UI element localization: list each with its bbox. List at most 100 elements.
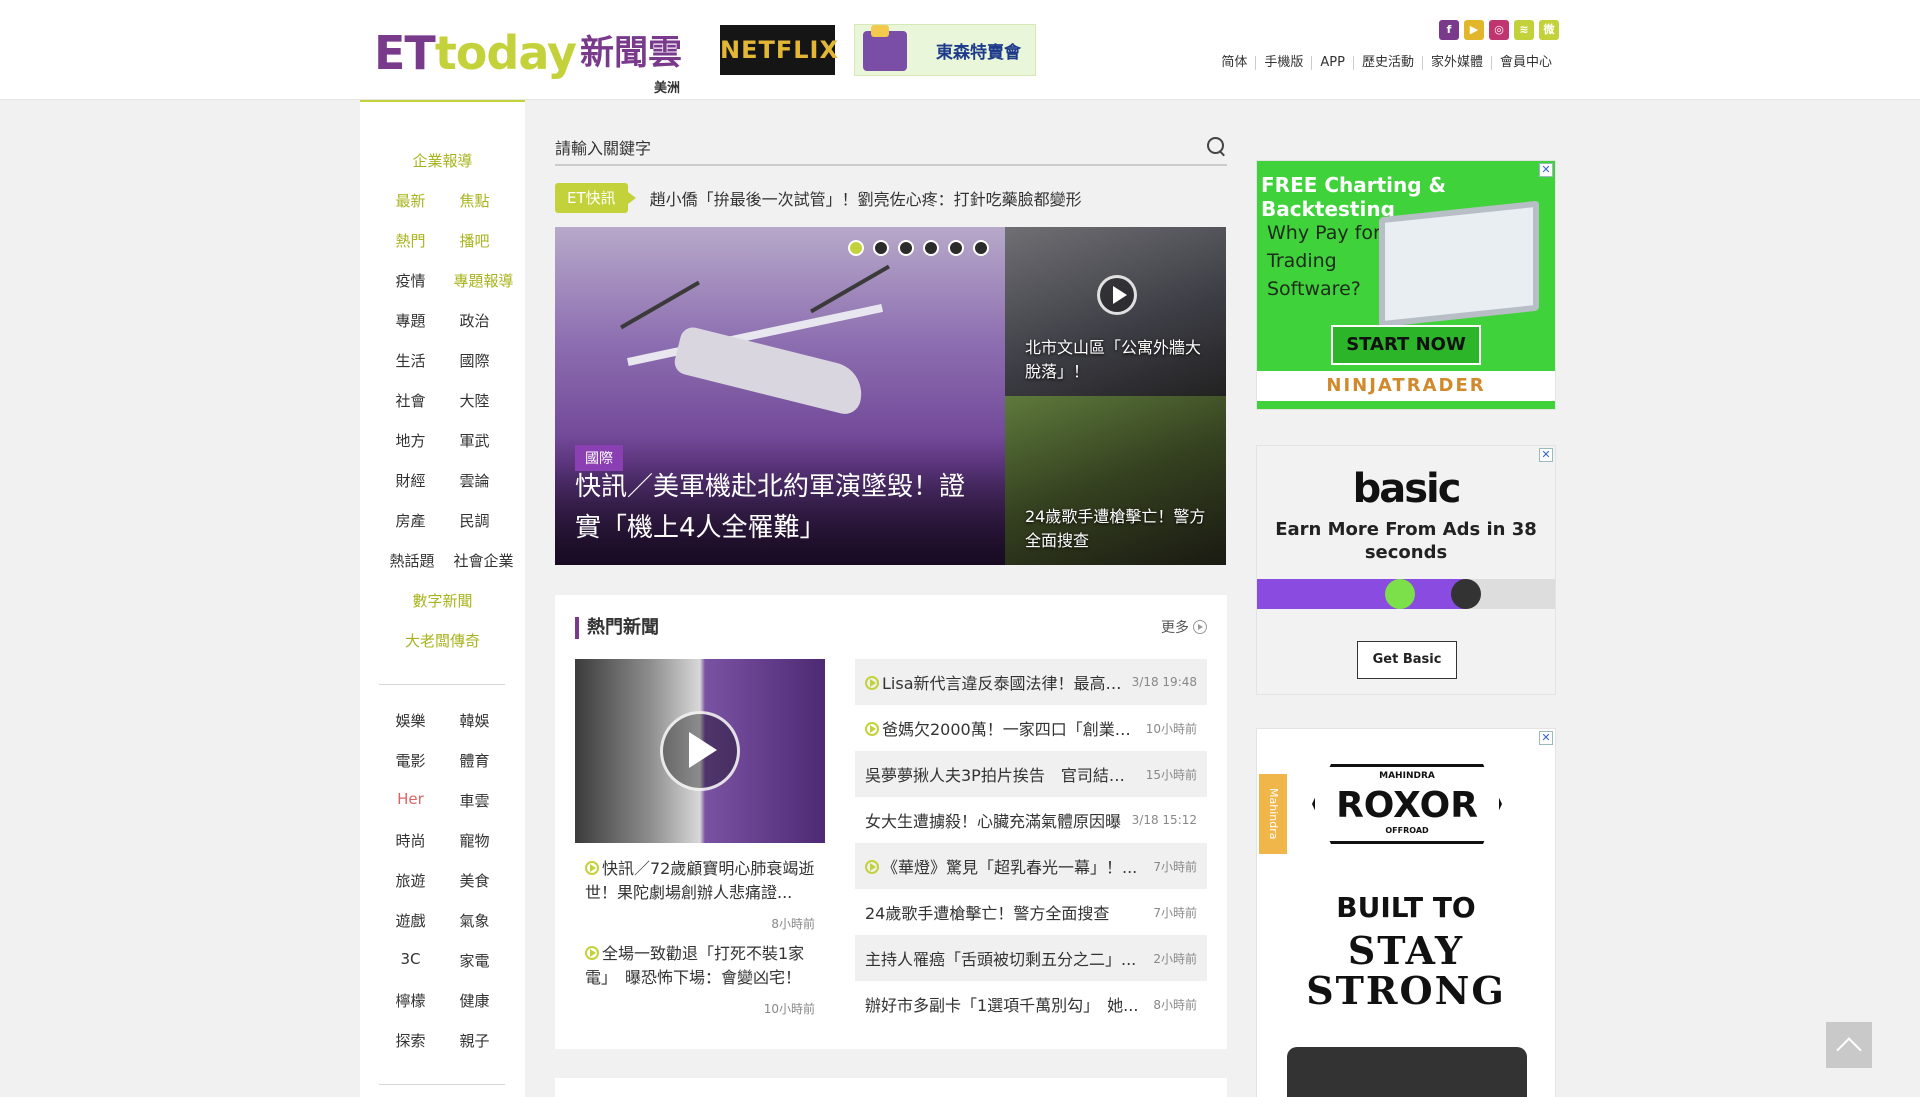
sidebar-item[interactable]: 房產 <box>390 510 432 531</box>
sidebar-item[interactable]: 專題 <box>390 310 432 331</box>
instagram-icon[interactable]: ◎ <box>1489 20 1509 40</box>
carousel-dot[interactable] <box>898 240 914 256</box>
sidebar-item[interactable]: 民調 <box>454 510 496 531</box>
side-story-1[interactable]: 北市文山區「公寓外牆大脫落」！ <box>1005 227 1226 396</box>
hot-news-item[interactable]: 快訊／72歲顧寶明心肺衰竭逝世！果陀劇場創辦人悲痛證... <box>585 857 823 905</box>
hot-news-title: 辦好市多副卡「1選項千萬別勾」 她... <box>865 996 1139 1015</box>
netflix-banner[interactable]: NETFLIX <box>720 25 838 75</box>
ninjatrader-ad[interactable]: ✕ FREE Charting & Backtesting Why Pay fo… <box>1256 160 1556 410</box>
youtube-icon[interactable]: ▶ <box>1464 20 1484 40</box>
sidebar-item[interactable]: 親子 <box>454 1030 496 1051</box>
dongsen-label: 東森特賣會 <box>936 42 1021 63</box>
sidebar-item[interactable]: 專題報導 <box>454 270 514 291</box>
sidebar-item[interactable]: 電影 <box>390 750 432 771</box>
play-icon <box>865 860 879 874</box>
search-bar[interactable]: 請輸入關鍵字 <box>555 130 1227 166</box>
more-link[interactable]: 更多 <box>1161 617 1207 637</box>
sidebar-item[interactable]: Her <box>390 790 432 811</box>
sidebar-item[interactable]: 熱話題 <box>390 550 435 571</box>
start-now-button[interactable]: START NOW <box>1331 325 1481 365</box>
close-icon[interactable]: ✕ <box>1539 731 1553 745</box>
top-nav-item[interactable]: 歷史活動 <box>1352 56 1422 70</box>
sidebar-item[interactable]: 車雲 <box>454 790 496 811</box>
sidebar-item[interactable]: 遊戲 <box>390 910 432 931</box>
side-story-2[interactable]: 24歲歌手遭槍擊亡！警方全面搜查 <box>1005 396 1226 565</box>
top-nav-item[interactable]: 手機版 <box>1255 56 1311 70</box>
hot-news-title: 爸媽欠2000萬！一家四口「創業賣... <box>882 720 1139 739</box>
sidebar-item[interactable]: 企業報導 <box>412 150 472 171</box>
hero-title[interactable]: 快訊／美軍機赴北約軍演墜毀！證實「機上4人全罹難」 <box>575 467 975 549</box>
carousel-dot[interactable] <box>948 240 964 256</box>
hot-news-row[interactable]: 女大生遭擄殺！心臟充滿氣體原因曝 3/18 15:12 <box>855 797 1207 843</box>
sidebar-item[interactable]: 社會 <box>390 390 432 411</box>
facebook-icon[interactable]: f <box>1439 20 1459 40</box>
category-sidebar: 企業報導最新 焦點熱門 播吧疫情 專題報導專題 政治生活 國際社會 大陸地方 軍武財經 雲論房產… <box>360 100 525 1097</box>
hot-news-row[interactable]: 主持人罹癌「舌頭被切剩五分之二」... 2小時前 <box>855 935 1207 981</box>
weibo-icon[interactable]: 微 <box>1539 20 1559 40</box>
hot-news-row[interactable]: 吳夢夢揪人夫3P拍片挨告 官司結果... 15小時前 <box>855 751 1207 797</box>
hot-news-time: 8小時前 <box>1153 997 1197 1012</box>
hot-news-time: 15小時前 <box>1145 767 1197 782</box>
sidebar-item[interactable]: 探索 <box>390 1030 432 1051</box>
hot-news-row[interactable]: 24歲歌手遭槍擊亡！警方全面搜查 7小時前 <box>855 889 1207 935</box>
dongsen-banner[interactable]: 東森特賣會 <box>854 24 1036 76</box>
hero-slide[interactable]: 國際 快訊／美軍機赴北約軍演墜毀！證實「機上4人全罹難」 <box>555 227 1005 565</box>
sidebar-item[interactable]: 最新 <box>390 190 432 211</box>
sidebar-item[interactable]: 旅遊 <box>390 870 432 891</box>
sidebar-row: 熱話題 社會企業 <box>360 550 525 571</box>
sidebar-item[interactable]: 寵物 <box>454 830 496 851</box>
search-icon[interactable] <box>1207 137 1227 157</box>
close-icon[interactable]: ✕ <box>1539 448 1553 462</box>
roxor-ad[interactable]: ✕ Mahindra MAHINDRA ROXOR OFFROAD BUILT … <box>1256 728 1556 1097</box>
sidebar-item[interactable]: 播吧 <box>454 230 496 251</box>
sidebar-item[interactable]: 雲論 <box>454 470 496 491</box>
sidebar-item[interactable]: 軍武 <box>454 430 496 451</box>
get-basic-button[interactable]: Get Basic <box>1357 641 1457 679</box>
top-nav-item[interactable]: 家外媒體 <box>1421 56 1491 70</box>
sidebar-item[interactable]: 檸檬 <box>390 990 432 1011</box>
carousel-dot[interactable] <box>848 240 864 256</box>
sidebar-item[interactable]: 娛樂 <box>390 710 432 731</box>
search-input[interactable]: 請輸入關鍵字 <box>555 135 651 159</box>
sidebar-item[interactable]: 疫情 <box>390 270 432 291</box>
sidebar-item[interactable]: 焦點 <box>454 190 496 211</box>
sidebar-item[interactable]: 大老闆傳奇 <box>405 630 480 651</box>
top-nav-item[interactable]: 會員中心 <box>1490 56 1560 70</box>
hot-news-row[interactable]: 辦好市多副卡「1選項千萬別勾」 她... 8小時前 <box>855 981 1207 1027</box>
hot-news-row[interactable]: 爸媽欠2000萬！一家四口「創業賣... 10小時前 <box>855 705 1207 751</box>
sidebar-item[interactable]: 家電 <box>454 950 496 971</box>
sidebar-item[interactable]: 體育 <box>454 750 496 771</box>
sidebar-item[interactable]: 時尚 <box>390 830 432 851</box>
top-nav-item[interactable]: APP <box>1311 56 1353 70</box>
sidebar-item[interactable]: 數字新聞 <box>412 590 472 611</box>
sidebar-item[interactable]: 生活 <box>390 350 432 371</box>
carousel-dot[interactable] <box>923 240 939 256</box>
sidebar-item[interactable]: 國際 <box>454 350 496 371</box>
hot-news-row[interactable]: 《華燈》驚見「超乳春光一幕」！... 7小時前 <box>855 843 1207 889</box>
carousel-dot[interactable] <box>873 240 889 256</box>
sidebar-item[interactable]: 地方 <box>390 430 432 451</box>
hot-news-thumbnail[interactable] <box>575 659 825 843</box>
rss-icon[interactable]: ≋ <box>1514 20 1534 40</box>
sidebar-item[interactable]: 健康 <box>454 990 496 1011</box>
region-label[interactable]: 美洲 <box>654 77 680 96</box>
sidebar-item[interactable]: 社會企業 <box>454 550 514 571</box>
sidebar-item[interactable]: 熱門 <box>390 230 432 251</box>
sidebar-item[interactable]: 大陸 <box>454 390 496 411</box>
sidebar-item[interactable]: 政治 <box>454 310 496 331</box>
hot-news-item[interactable]: 全場一致勸退「打死不裝1家電」 曝恐怖下場：會變凶宅！ <box>585 942 823 990</box>
sidebar-item[interactable]: 美食 <box>454 870 496 891</box>
carousel-dot[interactable] <box>973 240 989 256</box>
sidebar-item[interactable]: 韓娛 <box>454 710 496 731</box>
top-nav-item[interactable]: 简体 <box>1213 56 1255 70</box>
play-icon <box>660 711 740 791</box>
back-to-top-button[interactable] <box>1826 1022 1872 1068</box>
sidebar-item[interactable]: 財經 <box>390 470 432 491</box>
slider-knob <box>1385 579 1415 609</box>
hot-news-row[interactable]: Lisa新代言違反泰國法律！最高「... 3/18 19:48 <box>855 659 1207 705</box>
basic-ad[interactable]: ✕ basic Earn More From Ads in 38 seconds… <box>1256 445 1556 695</box>
sidebar-item[interactable]: 氣象 <box>454 910 496 931</box>
ettoday-logo[interactable]: ET today 新聞雲 <box>374 22 682 78</box>
sidebar-item[interactable]: 3C <box>390 950 432 971</box>
flash-headline[interactable]: 趙小僑「拚最後一次試管」！劉亮佐心疼：打針吃藥臉都變形 <box>650 186 1082 210</box>
